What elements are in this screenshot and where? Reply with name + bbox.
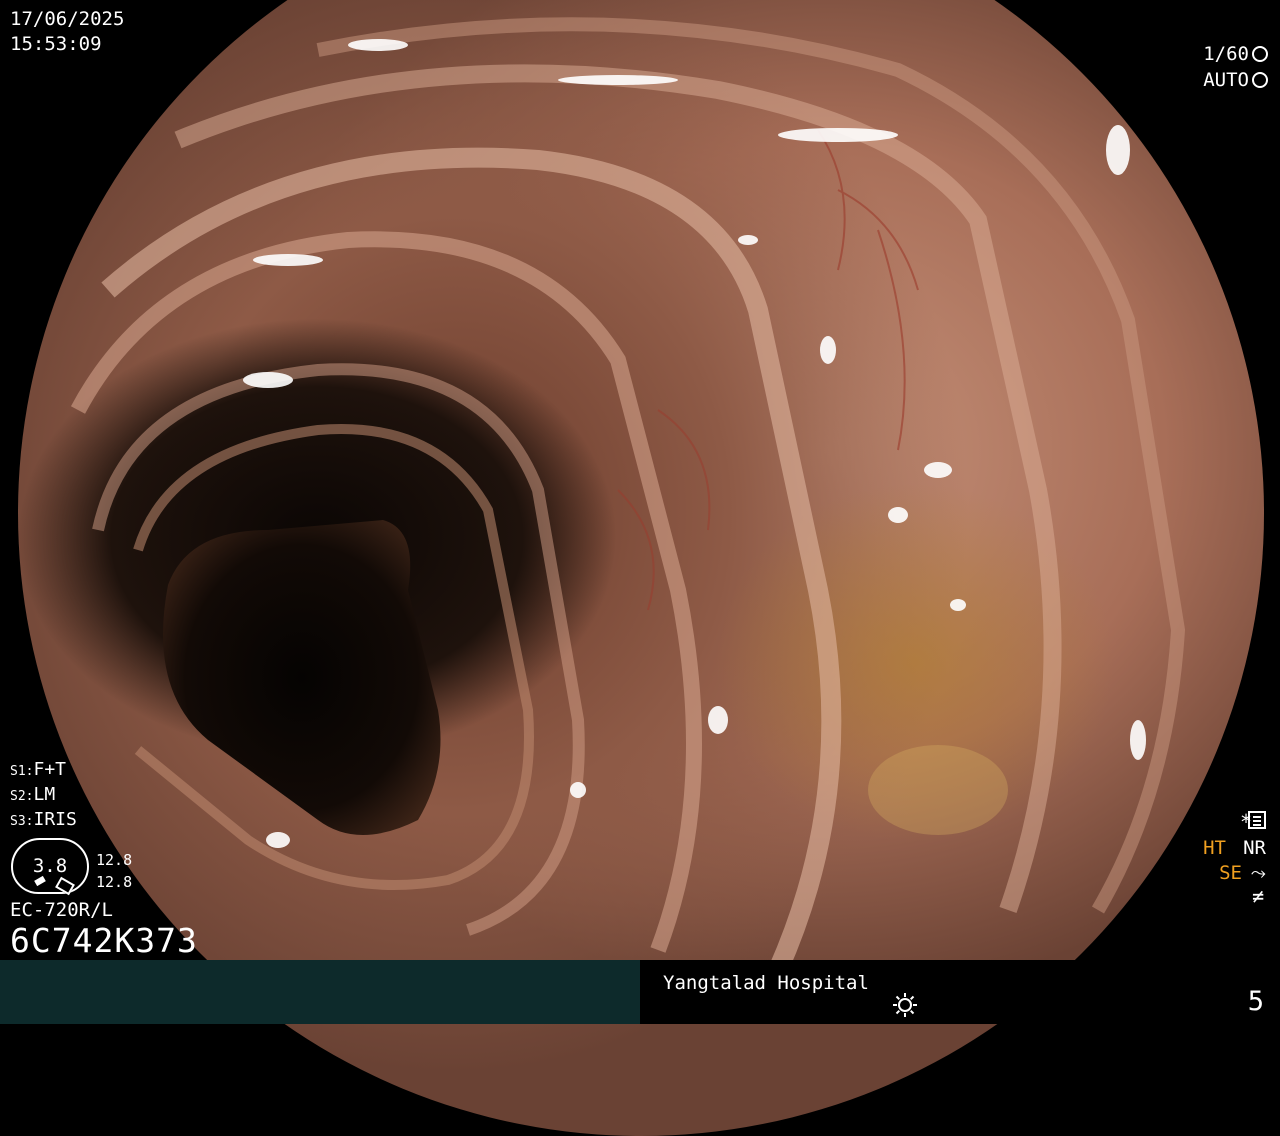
s2-key: S2: [10, 789, 34, 804]
gauge-side-value-1: 12.8 [96, 851, 133, 869]
hospital-name: Yangtalad Hospital [663, 972, 869, 994]
se-indicator: SE [1219, 862, 1242, 884]
s2-value: LM [33, 784, 56, 805]
s3-key: S3: [10, 814, 34, 829]
setting-s2: S2:LM [10, 783, 55, 809]
not-equal-indicator: ≠ [1251, 884, 1264, 908]
setting-s3: S3:IRIS [10, 808, 77, 834]
gauge-value: 3.8 [32, 855, 68, 877]
s1-key: S1: [10, 764, 34, 779]
shutter-value: 1/60 [1203, 43, 1249, 65]
iris-icon [1252, 72, 1268, 88]
date-display: 17/06/2025 [10, 8, 125, 30]
scope-gauge: 3.8 [11, 838, 89, 896]
footer-left-panel [0, 960, 640, 1024]
settings-icon [1248, 811, 1266, 829]
page-number: 5 [1247, 986, 1264, 1017]
ht-indicator: HT [1203, 837, 1226, 859]
setting-s1: S1:F+T [10, 758, 66, 784]
gauge-mark-icon [34, 875, 46, 887]
curve-icon: ⤳ [1250, 862, 1266, 884]
sun-icon [893, 993, 917, 1017]
exposure-mode: AUTO [1203, 68, 1268, 92]
time-display: 15:53:09 [10, 33, 102, 55]
scope-serial: 6C742K373 [10, 921, 198, 960]
shutter-speed: 1/60 [1203, 42, 1268, 66]
nr-indicator: NR [1243, 837, 1266, 859]
exposure-mode-value: AUTO [1203, 69, 1249, 91]
s1-value: F+T [33, 759, 66, 780]
gauge-side-value-2: 12.8 [96, 873, 133, 891]
scope-model: EC-720R/L [10, 899, 113, 921]
s3-value: IRIS [33, 809, 77, 830]
aperture-icon [1252, 46, 1268, 62]
